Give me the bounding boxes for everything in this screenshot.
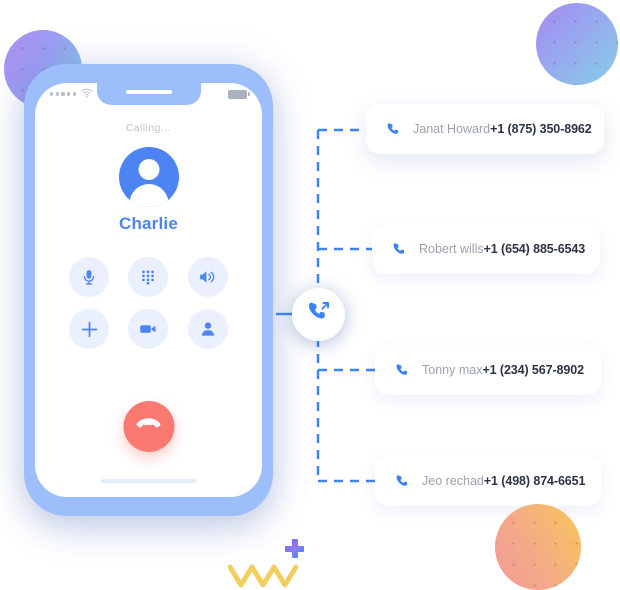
add-call-button[interactable] [69, 309, 110, 349]
phone-notch [96, 83, 201, 105]
contact-card[interactable]: Robert wills +1 (654) 885-6543 [372, 224, 600, 274]
contact-name: Janat Howard [413, 122, 491, 136]
keypad-button[interactable] [128, 257, 169, 297]
avatar-body [129, 184, 168, 207]
contact-number: +1 (498) 874-6651 [483, 474, 586, 488]
home-indicator [100, 479, 197, 483]
microphone-icon [80, 268, 98, 286]
plus-icon [80, 320, 99, 339]
contact-name: Robert wills [419, 242, 484, 256]
avatar-head [138, 159, 159, 180]
wifi-icon [81, 85, 93, 103]
phone-icon [392, 242, 407, 257]
calling-status-label: Calling... [126, 123, 171, 134]
person-icon [199, 320, 217, 338]
illustration-canvas: Calling... Charlie Janat Howard +1 (875)… [0, 0, 620, 590]
contact-card[interactable]: Janat Howard +1 (875) 350-8962 [366, 104, 604, 154]
phone-icon [395, 474, 410, 489]
end-call-button[interactable] [123, 401, 174, 452]
status-bar-left [50, 85, 93, 103]
contact-number: +1 (875) 350-8962 [490, 122, 592, 136]
mute-button[interactable] [69, 257, 110, 297]
contacts-button[interactable] [187, 309, 228, 349]
gradient-circle-decoration-bottom-right [495, 504, 581, 590]
signal-dots-icon [50, 92, 76, 96]
phone-icon [386, 122, 401, 137]
call-hub-button[interactable] [292, 288, 345, 341]
gradient-circle-decoration-top-right [536, 3, 618, 85]
video-button[interactable] [128, 309, 169, 349]
contact-name: Tonny max [422, 363, 483, 377]
plus-decoration [285, 539, 304, 558]
avatar [118, 147, 179, 207]
phone-mockup: Calling... Charlie [24, 64, 273, 516]
contact-card[interactable]: Tonny max +1 (234) 567-8902 [375, 345, 601, 395]
earpiece-speaker [125, 90, 172, 94]
call-controls-grid [60, 257, 238, 349]
dot-pattern-overlay [495, 504, 581, 590]
battery-icon [228, 89, 250, 99]
caller-name: Charlie [118, 214, 179, 233]
speaker-icon [198, 268, 217, 286]
hangup-icon [136, 416, 162, 437]
speaker-button[interactable] [187, 257, 228, 297]
contact-number: +1 (234) 567-8902 [482, 363, 584, 377]
zigzag-decoration [228, 564, 299, 588]
dot-pattern-overlay [536, 3, 618, 85]
phone-icon [395, 363, 410, 378]
outgoing-call-icon [306, 299, 332, 330]
video-camera-icon [138, 321, 158, 337]
contact-number: +1 (654) 885-6543 [483, 242, 586, 256]
contact-card[interactable]: Jeo rechad +1 (498) 874-6651 [375, 456, 601, 506]
contact-name: Jeo rechad [422, 474, 484, 488]
dialpad-icon [139, 268, 157, 286]
phone-screen: Calling... Charlie [35, 83, 262, 497]
